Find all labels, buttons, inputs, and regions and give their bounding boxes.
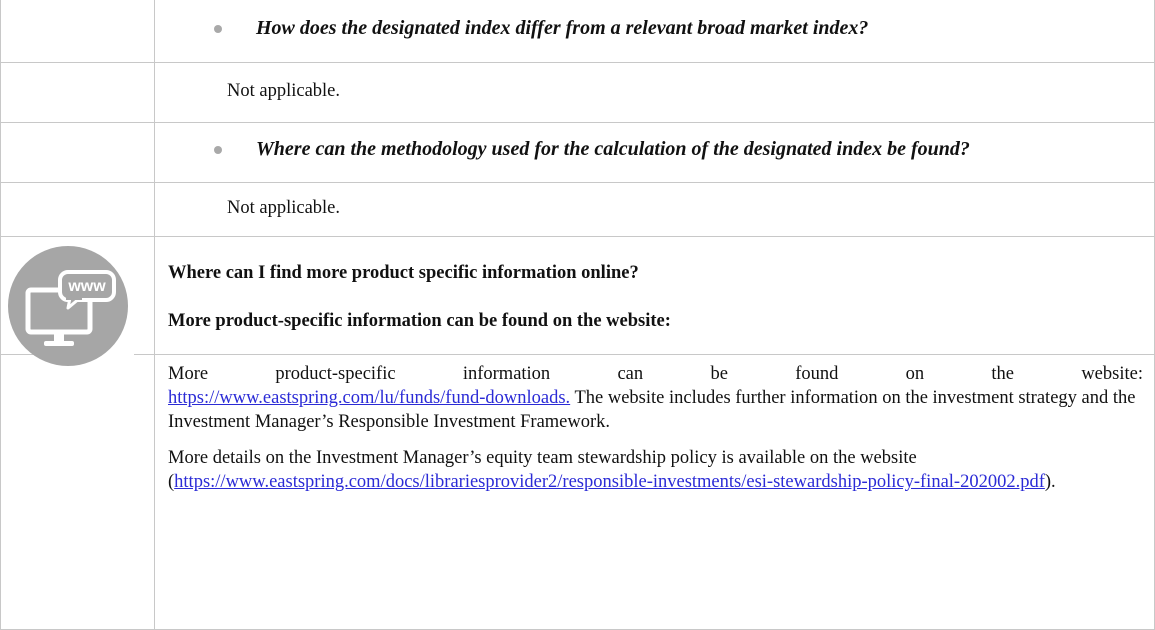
word: can — [617, 364, 644, 384]
row-rule-3 — [0, 182, 1155, 183]
answer-1: Not applicable. — [227, 81, 341, 101]
row-rule-2 — [0, 122, 1155, 123]
row-rule-1 — [0, 62, 1155, 63]
row-rule-5-right — [134, 354, 1155, 355]
question-2: Where can the methodology used for the c… — [256, 138, 970, 160]
stewardship-policy-link[interactable]: https://www.eastspring.com/docs/librarie… — [174, 472, 1045, 492]
online-info-heading: Where can I find more product specific i… — [168, 263, 639, 283]
column-divider — [154, 0, 155, 630]
stewardship-paragraph: More details on the Investment Manager’s… — [168, 446, 1148, 494]
word: product-specific — [275, 364, 396, 384]
www-label: www — [67, 278, 106, 295]
word: website: — [1081, 364, 1143, 384]
paragraph-end: ). — [1044, 472, 1056, 492]
row-rule-4 — [0, 236, 1155, 237]
word: be — [710, 364, 728, 384]
bullet-icon — [214, 25, 222, 33]
answer-2: Not applicable. — [227, 198, 341, 218]
word: the — [991, 364, 1015, 384]
bullet-icon — [214, 146, 222, 154]
word: More — [168, 364, 209, 384]
website-heading: More product-specific information can be… — [168, 311, 671, 331]
paragraph-rest: https://www.eastspring.com/lu/funds/fund… — [168, 386, 1143, 434]
website-paragraph: More product-specific information can be… — [168, 362, 1143, 434]
paragraph-first-line: More product-specific information can be… — [168, 362, 1143, 386]
computer-www-icon: www — [8, 246, 128, 366]
word: found — [795, 364, 839, 384]
question-1: How does the designated index differ fro… — [256, 17, 869, 39]
word: information — [462, 364, 551, 384]
website-icon: www — [8, 246, 128, 366]
fund-downloads-link[interactable]: https://www.eastspring.com/lu/funds/fund… — [168, 388, 570, 408]
document-page: How does the designated index differ fro… — [0, 0, 1155, 630]
left-border — [0, 0, 1, 630]
word: on — [905, 364, 925, 384]
